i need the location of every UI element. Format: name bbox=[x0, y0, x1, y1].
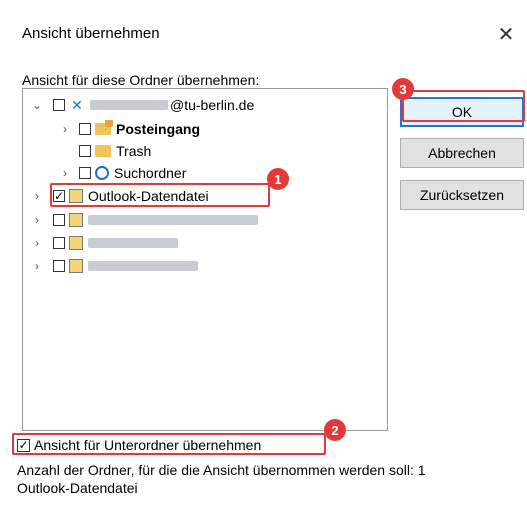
chevron-right-icon[interactable]: › bbox=[31, 236, 43, 250]
tree-item-label: Posteingang bbox=[116, 121, 201, 137]
chevron-right-icon[interactable]: › bbox=[59, 166, 71, 180]
data-file-icon bbox=[69, 213, 83, 227]
account-checkbox[interactable] bbox=[53, 99, 65, 111]
tree-item-label: Trash bbox=[116, 143, 152, 159]
redacted-account-name bbox=[90, 100, 168, 110]
cancel-button[interactable]: Abbrechen bbox=[400, 138, 524, 168]
exchange-account-icon: ✕ bbox=[71, 97, 83, 113]
tree-row-account[interactable]: ⌄ ✕ @tu-berlin.de bbox=[31, 95, 254, 115]
annotation-badge-1: 1 bbox=[267, 168, 289, 190]
tree-row-trash[interactable]: Trash bbox=[59, 141, 151, 161]
chevron-right-icon[interactable]: › bbox=[31, 189, 43, 203]
chevron-right-icon[interactable]: › bbox=[31, 213, 43, 227]
annotation-highlight-3 bbox=[402, 90, 525, 122]
close-button[interactable]: ✕ bbox=[491, 20, 521, 48]
reset-button[interactable]: Zurücksetzen bbox=[400, 180, 524, 210]
search-folder-icon bbox=[95, 166, 109, 180]
annotation-highlight-1 bbox=[50, 183, 270, 207]
trash-checkbox[interactable] bbox=[79, 145, 91, 157]
annotation-badge-3: 3 bbox=[392, 78, 414, 100]
data-file-icon bbox=[69, 236, 83, 250]
dialog-title: Ansicht übernehmen bbox=[22, 25, 160, 42]
chevron-down-icon[interactable]: ⌄ bbox=[31, 98, 43, 112]
apply-view-dialog: Ansicht übernehmen ✕ Ansicht für diese O… bbox=[0, 0, 527, 506]
redacted-name bbox=[88, 238, 178, 248]
inbox-icon bbox=[95, 120, 113, 135]
tree-row-redacted[interactable]: › bbox=[31, 233, 178, 253]
account-suffix: @tu-berlin.de bbox=[170, 97, 255, 113]
tree-item-label: Suchordner bbox=[114, 165, 187, 181]
tree-row-redacted[interactable]: › bbox=[31, 210, 258, 230]
tree-row-posteingang[interactable]: › Posteingang bbox=[59, 119, 200, 139]
folder-count-text: Anzahl der Ordner, für die die Ansicht ü… bbox=[17, 462, 426, 478]
chevron-right-icon[interactable]: › bbox=[31, 259, 43, 273]
title-bar: Ansicht übernehmen ✕ bbox=[0, 0, 527, 62]
annotation-badge-2: 2 bbox=[324, 419, 346, 441]
tree-row-redacted[interactable]: › bbox=[31, 256, 198, 276]
selected-folder-name: Outlook-Datendatei bbox=[17, 480, 138, 496]
tree-row-suchordner[interactable]: › Suchordner bbox=[59, 163, 186, 183]
suchordner-checkbox[interactable] bbox=[79, 167, 91, 179]
redacted-checkbox[interactable] bbox=[53, 260, 65, 272]
chevron-right-icon[interactable]: › bbox=[59, 122, 71, 136]
data-file-icon bbox=[69, 259, 83, 273]
posteingang-checkbox[interactable] bbox=[79, 123, 91, 135]
redacted-checkbox[interactable] bbox=[53, 237, 65, 249]
annotation-highlight-2 bbox=[12, 433, 326, 455]
folder-icon bbox=[95, 145, 111, 157]
redacted-name bbox=[88, 261, 198, 271]
folder-tree-label: Ansicht für diese Ordner übernehmen: bbox=[22, 72, 260, 88]
redacted-checkbox[interactable] bbox=[53, 214, 65, 226]
close-icon: ✕ bbox=[497, 23, 515, 46]
folder-tree[interactable]: ⌄ ✕ @tu-berlin.de › Posteingang Trash › bbox=[22, 88, 388, 431]
redacted-name bbox=[88, 215, 258, 225]
